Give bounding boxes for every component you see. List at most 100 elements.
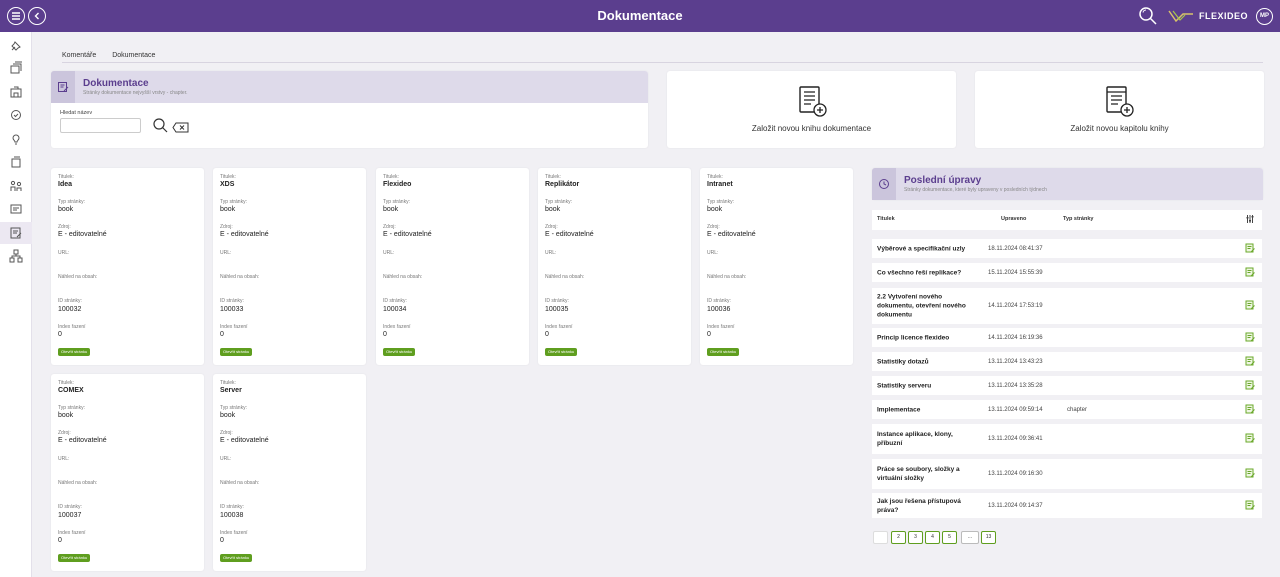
- panel-title: Dokumentace: [83, 78, 149, 89]
- open-page-button[interactable]: Otevřít stránku: [58, 348, 91, 356]
- field-label-id: ID stránky:: [707, 298, 731, 304]
- recent-row[interactable]: Statistiky serveru 13.11.2024 13:35:28: [872, 376, 1262, 395]
- layers-icon[interactable]: [6, 58, 26, 78]
- recent-row-title: Implementace: [877, 406, 921, 413]
- field-label-title: Titulek:: [58, 174, 74, 180]
- recent-row-date: 13.11.2024 09:59:14: [988, 406, 1043, 413]
- clear-icon[interactable]: [172, 120, 189, 138]
- page-card: Titulek: Intranet Typ stránky: book Zdroj: E …: [700, 168, 853, 365]
- open-page-button[interactable]: Otevřít stránku: [58, 554, 91, 562]
- open-page-button[interactable]: Otevřít stránku: [383, 348, 416, 356]
- column-edited: Upraveno: [1001, 216, 1027, 222]
- doc-edit-icon: [51, 71, 75, 103]
- column-type: Typ stránky: [1063, 216, 1094, 222]
- field-label-title: Titulek:: [58, 380, 74, 386]
- field-label-source: Zdroj:: [383, 224, 396, 230]
- tab-documentation[interactable]: Dokumentace: [112, 52, 155, 59]
- field-label-source: Zdroj:: [707, 224, 720, 230]
- open-page-button[interactable]: Otevřít stránku: [220, 554, 253, 562]
- page-type-value: book: [545, 206, 561, 213]
- recent-row-title: Jak jsou řešena přístupová práva?: [877, 497, 961, 514]
- badge-icon[interactable]: [6, 105, 26, 125]
- recent-row[interactable]: Statistiky dotazů 13.11.2024 13:43:23: [872, 352, 1262, 371]
- search-input[interactable]: [60, 118, 141, 133]
- field-label-type: Typ stránky:: [545, 199, 572, 205]
- edit-page-icon[interactable]: [1245, 267, 1255, 279]
- top-bar: Dokumentace FLEXIDEO MP: [0, 0, 1280, 32]
- page-title-value: Flexideo: [383, 181, 412, 188]
- recent-row[interactable]: Jak jsou řešena přístupová práva? 13.11.2…: [872, 493, 1262, 518]
- field-label-preview: Náhled na obsah:: [220, 274, 260, 280]
- recent-row[interactable]: Co všechno řeší replikace? 15.11.2024 15:…: [872, 263, 1262, 282]
- edit-page-icon[interactable]: [1245, 500, 1255, 512]
- edit-page-icon[interactable]: [1245, 468, 1255, 480]
- new-chapter-label: Založit novou kapitolu knihy: [1070, 124, 1169, 133]
- page-title: Dokumentace: [597, 8, 683, 23]
- open-page-button[interactable]: Otevřít stránku: [707, 348, 740, 356]
- edit-page-icon[interactable]: [1245, 243, 1255, 255]
- page-id-value: 100036: [707, 306, 731, 313]
- new-chapter-card[interactable]: Založit novou kapitolu knihy: [975, 71, 1264, 148]
- column-settings-icon[interactable]: [1246, 214, 1254, 226]
- recent-row[interactable]: Instance aplikace, klony, příbuzní 13.11.…: [872, 424, 1262, 454]
- network-icon[interactable]: [6, 246, 26, 266]
- pagination-button[interactable]: 3: [908, 531, 923, 544]
- pagination-button[interactable]: 5: [942, 531, 957, 544]
- recent-row[interactable]: Princip licence flexideo 14.11.2024 16:19…: [872, 328, 1262, 347]
- documents-icon[interactable]: [6, 152, 26, 172]
- lightbulb-icon[interactable]: [6, 129, 26, 149]
- recent-row[interactable]: Výběrové a specifikační uzly 18.11.2024 0…: [872, 239, 1262, 258]
- field-label-url: URL:: [58, 456, 70, 462]
- open-page-label: Otevřít stránku: [223, 349, 250, 354]
- field-label-source: Zdroj:: [58, 430, 71, 436]
- recent-table-header: Titulek Upraveno Typ stránky: [872, 210, 1262, 230]
- edit-page-icon[interactable]: [1245, 356, 1255, 368]
- doc-edit-icon[interactable]: [0, 222, 32, 244]
- recent-row[interactable]: 2.2 Vytvoření nového dokumentu, otevření…: [872, 288, 1262, 324]
- recent-row-date: 13.11.2024 09:16:30: [988, 471, 1043, 477]
- pin-icon[interactable]: [6, 36, 26, 56]
- field-label-preview: Náhled na obsah:: [707, 274, 747, 280]
- pagination-button[interactable]: 13: [981, 531, 996, 544]
- page-title-value: Idea: [58, 181, 73, 188]
- pagination-button[interactable]: 4: [925, 531, 940, 544]
- open-page-button[interactable]: Otevřít stránku: [220, 348, 253, 356]
- page-title-value: XDS: [220, 181, 235, 188]
- page-title-value: Replikátor: [545, 181, 580, 188]
- tab-comments[interactable]: Komentáře: [62, 52, 96, 59]
- card-icon[interactable]: [6, 199, 26, 219]
- recent-row-type: chapter: [1067, 406, 1088, 413]
- field-label-id: ID stránky:: [220, 504, 244, 510]
- building-icon[interactable]: [6, 82, 26, 102]
- recent-row[interactable]: Práce se soubory, složky a virtuální slo…: [872, 459, 1262, 489]
- field-label-title: Titulek:: [220, 174, 236, 180]
- documentation-panel: Dokumentace Stránky dokumentace nejvyšší…: [51, 71, 648, 148]
- recent-row[interactable]: Implementace 13.11.2024 09:59:14 chapter: [872, 400, 1262, 419]
- edit-page-icon[interactable]: [1245, 433, 1255, 445]
- clock-edit-icon: [872, 168, 896, 200]
- pagination-prev-button[interactable]: [873, 531, 888, 544]
- user-avatar[interactable]: MP: [1256, 8, 1273, 25]
- field-label-title: Titulek:: [707, 174, 723, 180]
- edit-page-icon[interactable]: [1245, 300, 1255, 312]
- search-icon[interactable]: [1138, 6, 1158, 31]
- pagination-button[interactable]: ...: [961, 531, 979, 544]
- people-icon[interactable]: [6, 176, 26, 196]
- page-title-value: COMEX: [58, 387, 84, 394]
- recent-row-title: Práce se soubory, složky a virtuální slo…: [877, 466, 960, 482]
- edit-page-icon[interactable]: [1245, 332, 1255, 344]
- search-icon[interactable]: [152, 117, 169, 138]
- new-book-card[interactable]: Založit novou knihu dokumentace: [667, 71, 956, 148]
- open-page-button[interactable]: Otevřít stránku: [545, 348, 578, 356]
- recent-row-title: Statistiky serveru: [877, 382, 932, 389]
- edit-page-icon[interactable]: [1245, 404, 1255, 416]
- field-label-title: Titulek:: [383, 174, 399, 180]
- pagination-button[interactable]: 2: [891, 531, 906, 544]
- field-label-index: Index řazení: [220, 530, 248, 536]
- page-card: Titulek: Flexideo Typ stránky: book Zdroj: E …: [376, 168, 529, 365]
- page-index-value: 0: [383, 331, 387, 338]
- edit-page-icon[interactable]: [1245, 380, 1255, 392]
- page-index-value: 0: [220, 537, 224, 544]
- recent-row-date: 18.11.2024 08:41:37: [988, 245, 1043, 252]
- page-source-value: E - editovatelné: [58, 231, 107, 238]
